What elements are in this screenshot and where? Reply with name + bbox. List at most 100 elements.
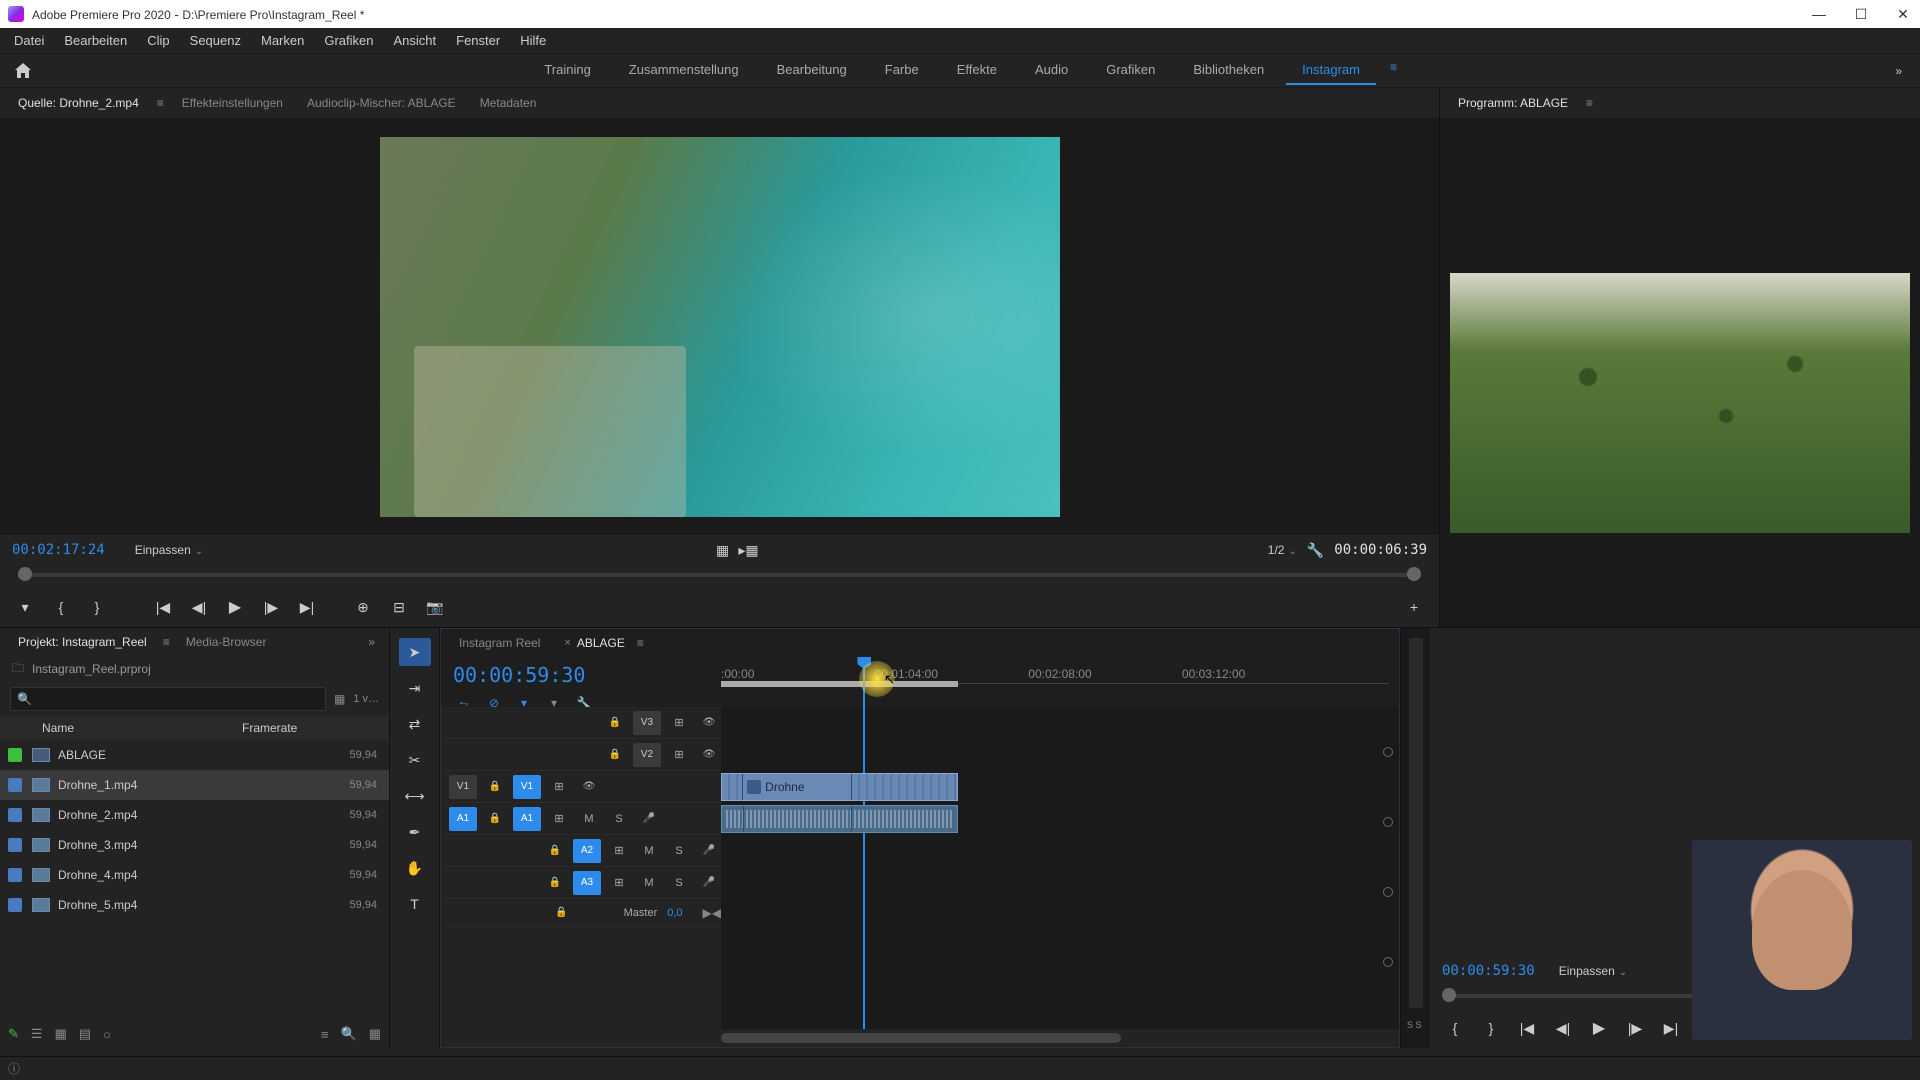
solo-icon[interactable] (667, 872, 691, 894)
new-bin-icon[interactable]: ▦ (369, 1026, 381, 1042)
list-item[interactable]: Drohne_4.mp4 59,94 (0, 860, 389, 890)
step-forward-icon[interactable]: |▶ (1622, 1015, 1648, 1041)
tab-program[interactable]: Programm: ABLAGE (1446, 90, 1580, 116)
razor-tool-icon[interactable]: ✂ (399, 746, 431, 774)
mark-out-bracket-icon[interactable]: } (84, 594, 110, 620)
mark-in-icon[interactable]: { (1442, 1015, 1468, 1041)
solo-icon[interactable] (607, 808, 631, 830)
list-item[interactable]: Drohne_2.mp4 59,94 (0, 800, 389, 830)
solo-icon[interactable] (667, 840, 691, 862)
voiceover-icon[interactable] (637, 808, 661, 830)
find-icon[interactable]: 🔍 (341, 1026, 357, 1042)
go-to-in-icon[interactable]: |◀ (1514, 1015, 1540, 1041)
source-patch-v1[interactable]: V1 (449, 775, 477, 799)
track-target-a3[interactable]: A3 (573, 871, 601, 895)
mute-icon[interactable] (577, 808, 601, 830)
workspace-instagram[interactable]: Instagram (1286, 56, 1376, 85)
label-tag[interactable] (8, 868, 22, 882)
voiceover-icon[interactable] (697, 872, 721, 894)
audio-clip[interactable] (721, 805, 958, 833)
button-editor-plus-icon[interactable]: + (1401, 594, 1427, 620)
new-item-icon[interactable]: ✎ (8, 1026, 19, 1042)
insert-icon[interactable]: ⊕ (350, 594, 376, 620)
workspace-zusammenstellung[interactable]: Zusammenstellung (613, 56, 755, 85)
lock-track-icon[interactable] (603, 744, 627, 766)
timeline-tab-menu-icon[interactable]: ≡ (631, 636, 650, 650)
label-tag[interactable] (8, 898, 22, 912)
menu-hilfe[interactable]: Hilfe (510, 29, 556, 52)
track-target-a2[interactable]: A2 (573, 839, 601, 863)
program-timecode-left[interactable]: 00:00:59:30 (1442, 963, 1535, 979)
mute-icon[interactable] (637, 840, 661, 862)
list-item[interactable]: Drohne_3.mp4 59,94 (0, 830, 389, 860)
program-panel-menu-icon[interactable]: ≡ (1580, 96, 1599, 110)
toggle-output-icon[interactable] (697, 744, 721, 766)
mark-out-icon[interactable]: } (1478, 1015, 1504, 1041)
label-tag[interactable] (8, 778, 22, 792)
close-button[interactable]: ✕ (1894, 5, 1912, 23)
go-to-in-icon[interactable]: |◀ (150, 594, 176, 620)
menu-datei[interactable]: Datei (4, 29, 54, 52)
track-target-a1[interactable]: A1 (513, 807, 541, 831)
lock-track-icon[interactable] (543, 840, 567, 862)
list-item[interactable]: Drohne_5.mp4 59,94 (0, 890, 389, 920)
go-to-out-icon[interactable]: ▶| (1658, 1015, 1684, 1041)
panel-menu-icon[interactable]: ≡ (151, 96, 170, 110)
timeline-zoom-scroll[interactable] (441, 1029, 1399, 1047)
tab-media-browser[interactable]: Media-Browser (176, 631, 277, 653)
list-item[interactable]: ABLAGE 59,94 (0, 740, 389, 770)
track-target-v3[interactable]: V3 (633, 711, 661, 735)
hand-tool-icon[interactable]: ✋ (399, 854, 431, 882)
workspace-effekte[interactable]: Effekte (941, 56, 1013, 85)
mark-in-bracket-icon[interactable]: { (48, 594, 74, 620)
label-tag[interactable] (8, 838, 22, 852)
sync-lock-icon[interactable] (607, 840, 631, 862)
output-button-icon[interactable]: ▸▦ (735, 537, 761, 563)
workspace-grafiken[interactable]: Grafiken (1090, 56, 1171, 85)
filmstrip-icon[interactable]: ▦ (334, 692, 345, 706)
project-expand-icon[interactable]: » (362, 635, 381, 649)
track-output-toggle[interactable] (1383, 957, 1393, 967)
mute-icon[interactable] (637, 872, 661, 894)
list-item[interactable]: Drohne_1.mp4 59,94 (0, 770, 389, 800)
track-output-toggle[interactable] (1383, 887, 1393, 897)
master-expand-icon[interactable]: ▶◀ (703, 906, 721, 920)
track-output-toggle[interactable] (1383, 747, 1393, 757)
workspace-bearbeitung[interactable]: Bearbeitung (761, 56, 863, 85)
icon-view-icon[interactable]: ▦ (55, 1026, 67, 1042)
sync-lock-icon[interactable] (547, 808, 571, 830)
scrub-handle-left[interactable] (18, 567, 32, 581)
source-resolution-select[interactable]: 1/2⌄ (1268, 543, 1297, 557)
in-out-range[interactable] (721, 681, 958, 687)
label-tag[interactable] (8, 808, 22, 822)
timeline-ruler[interactable]: :00:00 00:01:04:00 00:02:08:00 00:03:12:… (721, 657, 1399, 707)
workspace-audio[interactable]: Audio (1019, 56, 1084, 85)
timeline-tab-ablage[interactable]: ×ABLAGE≡ (552, 632, 661, 654)
toggle-output-icon[interactable] (577, 776, 601, 798)
step-forward-icon[interactable]: |▶ (258, 594, 284, 620)
scrub-handle[interactable] (1442, 988, 1456, 1002)
go-to-out-icon[interactable]: ▶| (294, 594, 320, 620)
freeform-view-icon[interactable]: ▤ (79, 1026, 91, 1042)
source-timecode-left[interactable]: 00:02:17:24 (12, 542, 105, 558)
column-name[interactable]: Name (42, 721, 242, 735)
project-panel-menu-icon[interactable]: ≡ (157, 635, 176, 649)
tab-project[interactable]: Projekt: Instagram_Reel (8, 631, 157, 653)
workspace-menu-icon[interactable]: ≡ (1382, 56, 1405, 85)
timeline-tab-instagram-reel[interactable]: Instagram Reel (447, 632, 552, 654)
minimize-button[interactable]: — (1810, 5, 1828, 23)
program-zoom-select[interactable]: Einpassen⌄ (1559, 964, 1627, 978)
lock-track-icon[interactable] (483, 776, 507, 798)
tab-effect-settings[interactable]: Effekteinstellungen (170, 90, 295, 116)
play-icon[interactable]: ▶ (222, 594, 248, 620)
overwrite-icon[interactable]: ⊟ (386, 594, 412, 620)
tab-audio-mixer[interactable]: Audioclip-Mischer: ABLAGE (295, 90, 468, 116)
column-framerate[interactable]: Framerate (242, 721, 297, 735)
sync-lock-icon[interactable] (607, 872, 631, 894)
source-zoom-select[interactable]: Einpassen⌄ (135, 543, 203, 557)
timeline-timecode[interactable]: 00:00:59:30 (453, 663, 709, 687)
menu-ansicht[interactable]: Ansicht (383, 29, 446, 52)
lock-track-icon[interactable] (550, 902, 574, 924)
track-select-tool-icon[interactable]: ⇥ (399, 674, 431, 702)
list-view-icon[interactable]: ☰ (31, 1026, 43, 1042)
